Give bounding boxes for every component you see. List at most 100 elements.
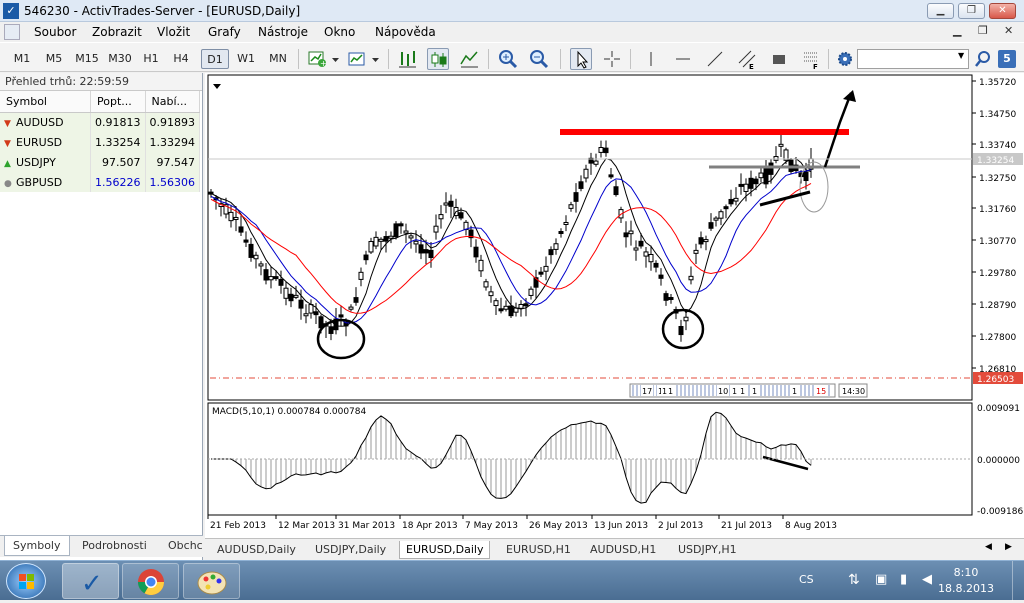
rectangle-icon[interactable] <box>768 48 790 70</box>
close-button[interactable]: ✕ <box>989 3 1016 19</box>
search-count-badge[interactable]: 5 <box>998 50 1016 68</box>
table-row[interactable]: ▼ AUDUSD 0.91813 0.91893 <box>0 112 200 132</box>
candle <box>288 287 294 308</box>
candle <box>628 220 634 246</box>
tf-h1[interactable]: H1 <box>138 49 164 69</box>
menu-okno[interactable]: Okno <box>324 25 355 39</box>
tf-mn[interactable]: MN <box>264 49 292 69</box>
candle <box>358 267 364 287</box>
candle <box>483 278 489 291</box>
menu-zobrazit[interactable]: Zobrazit <box>92 25 142 39</box>
col-symbol[interactable]: Symbol <box>0 91 91 113</box>
horizontal-line-icon[interactable] <box>672 48 694 70</box>
ask-value: 1.33294 <box>145 132 200 152</box>
search-icon[interactable] <box>972 48 994 70</box>
settings-gear-icon[interactable] <box>834 48 856 70</box>
col-bid[interactable]: Popt... <box>90 91 146 113</box>
app-icon: ✓ <box>3 3 19 19</box>
tab-audusd-h1[interactable]: AUDUSD,H1 <box>584 541 662 559</box>
tf-m1[interactable]: M1 <box>8 49 36 69</box>
chevron-down-icon[interactable] <box>370 48 382 70</box>
candle <box>593 153 599 167</box>
tf-m30[interactable]: M30 <box>105 49 135 69</box>
candle <box>563 215 569 232</box>
tab-eurusd-daily[interactable]: EURUSD,Daily <box>399 541 491 559</box>
tf-w1[interactable]: W1 <box>233 49 259 69</box>
menu-napoveda[interactable]: Nápověda <box>375 25 436 39</box>
tab-podrobnosti[interactable]: Podrobnosti <box>74 536 155 556</box>
zoom-out-icon[interactable] <box>528 48 550 70</box>
mdi-minimize-button[interactable]: ▁ <box>953 24 961 37</box>
fibonacci-icon[interactable]: F <box>800 48 822 71</box>
candle <box>443 192 449 214</box>
candle <box>678 319 684 342</box>
profiles-icon[interactable] <box>346 48 368 70</box>
mdi-close-button[interactable]: ✕ <box>1004 24 1013 37</box>
signal-icon[interactable]: ▮ <box>900 572 907 587</box>
candle <box>538 266 544 277</box>
minimize-button[interactable]: ▁ <box>927 3 954 19</box>
chart-window-icon[interactable] <box>4 24 20 40</box>
metatrader-taskbar-icon[interactable]: ✓ <box>62 563 119 599</box>
scroll-left-icon[interactable]: ◀ <box>985 542 992 552</box>
candlestick-icon[interactable] <box>427 48 449 70</box>
search-input[interactable] <box>857 49 969 69</box>
bid-value: 0.91813 <box>90 112 146 132</box>
mdi-restore-button[interactable]: ❐ <box>978 24 988 37</box>
ask-value: 1.56306 <box>145 172 200 192</box>
chevron-down-icon[interactable]: ▼ <box>958 51 964 60</box>
table-row[interactable]: ▼ EURUSD 1.33254 1.33294 <box>0 132 200 152</box>
trendline-icon[interactable] <box>704 48 726 70</box>
bar-chart-icon[interactable] <box>396 48 418 70</box>
channel-icon[interactable]: E <box>736 48 758 71</box>
scroll-right-icon[interactable]: ▶ <box>1005 542 1012 552</box>
date-tick-label: 13 Jun 2013 <box>594 521 648 531</box>
crosshair-icon[interactable] <box>601 48 623 70</box>
chrome-taskbar-icon[interactable] <box>122 563 179 599</box>
tab-obchody[interactable]: Obchc <box>160 536 211 556</box>
tf-m5[interactable]: M5 <box>40 49 68 69</box>
maximize-button[interactable]: ❐ <box>958 3 985 19</box>
table-row[interactable]: ● GBPUSD 1.56226 1.56306 <box>0 172 200 192</box>
tab-usdjpy-h1[interactable]: USDJPY,H1 <box>672 541 743 559</box>
tf-d1[interactable]: D1 <box>201 49 229 69</box>
monitor-icon[interactable]: ▣ <box>875 572 887 587</box>
tab-eurusd-h1[interactable]: EURUSD,H1 <box>500 541 577 559</box>
menu-nastroje[interactable]: Nástroje <box>258 25 308 39</box>
volume-icon[interactable]: ◀ <box>922 572 932 587</box>
menu-vlozit[interactable]: Vložit <box>157 25 190 39</box>
menu-grafy[interactable]: Grafy <box>208 25 241 39</box>
chevron-down-icon[interactable] <box>330 48 342 70</box>
tab-symboly[interactable]: Symboly <box>4 536 70 556</box>
candle <box>568 201 574 212</box>
table-row[interactable]: ▲ USDJPY 97.507 97.547 <box>0 152 200 172</box>
scale-number: 1 <box>732 387 737 396</box>
paint-taskbar-icon[interactable] <box>183 563 240 599</box>
candle <box>778 134 784 157</box>
start-button[interactable] <box>6 563 46 599</box>
tab-audusd-daily[interactable]: AUDUSD,Daily <box>211 541 302 559</box>
network-icon[interactable]: ⇅ <box>848 572 860 588</box>
chart-menu-icon[interactable] <box>213 84 221 89</box>
chart-window[interactable]: 1.35720 1.34750 1.33740 1.33254 1.32750 1.317… <box>205 73 1024 538</box>
tab-usdjpy-daily[interactable]: USDJPY,Daily <box>309 541 392 559</box>
candle <box>403 223 409 244</box>
col-ask[interactable]: Nabí... <box>145 91 200 113</box>
candle <box>388 231 394 244</box>
tf-h4[interactable]: H4 <box>168 49 194 69</box>
cursor-icon[interactable] <box>570 48 592 70</box>
candle <box>248 237 254 262</box>
menu-soubor[interactable]: Soubor <box>34 25 76 39</box>
candle <box>703 235 709 251</box>
show-desktop-button[interactable] <box>1012 561 1024 601</box>
language-indicator[interactable]: CS <box>799 573 814 586</box>
vertical-line-icon[interactable] <box>640 48 662 70</box>
clock[interactable]: 8:10 18.8.2013 <box>938 565 994 597</box>
line-chart-icon[interactable] <box>458 48 480 70</box>
zoom-in-icon[interactable] <box>497 48 519 70</box>
svg-text:+: + <box>320 59 327 68</box>
tf-m15[interactable]: M15 <box>72 49 102 69</box>
price-chart[interactable]: 1.35720 1.34750 1.33740 1.33254 1.32750 1.317… <box>205 73 1024 538</box>
new-chart-icon[interactable]: + <box>306 48 328 70</box>
scale-number: 1 <box>792 387 797 396</box>
